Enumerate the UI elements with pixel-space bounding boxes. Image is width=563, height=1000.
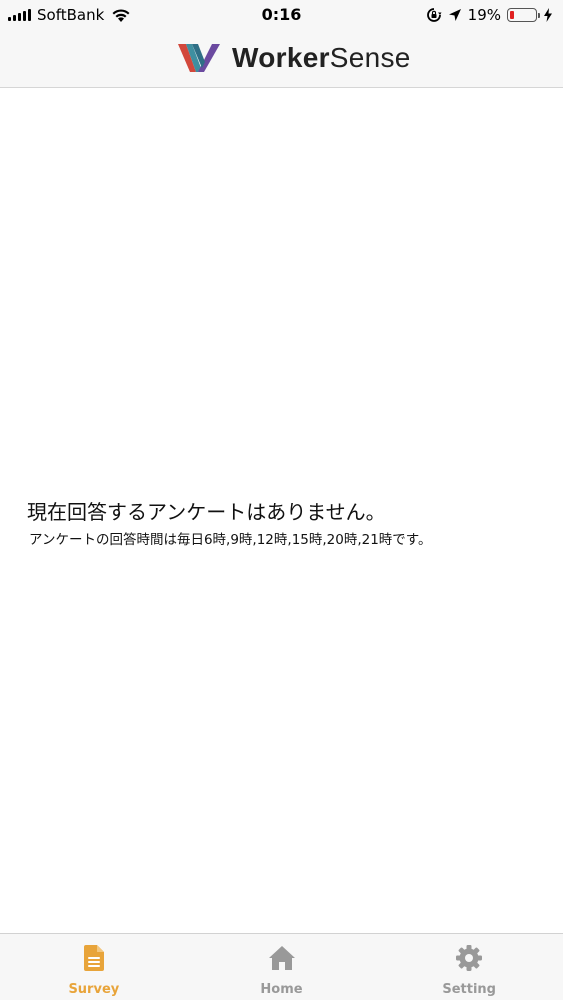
logo-text-bold: Worker xyxy=(232,42,330,73)
tab-bar: Survey Home Setting xyxy=(0,933,563,1000)
status-bar: SoftBank 0:16 19% xyxy=(0,0,563,30)
logo-wordmark: WorkerSense xyxy=(232,42,411,74)
battery-icon xyxy=(507,8,540,22)
location-icon xyxy=(448,9,461,21)
document-icon xyxy=(83,945,104,971)
empty-state-subtitle: アンケートの回答時間は毎日6時,9時,12時,15時,20時,21時です。 xyxy=(29,532,432,548)
empty-state-title: 現在回答するアンケートはありません。 xyxy=(27,500,386,524)
charging-icon xyxy=(544,8,552,22)
tab-home[interactable]: Home xyxy=(188,934,376,1000)
status-right: 19% xyxy=(426,5,553,25)
tab-home-label: Home xyxy=(260,982,303,997)
survey-content: 現在回答するアンケートはありません。 アンケートの回答時間は毎日6時,9時,12… xyxy=(0,88,563,933)
tab-survey[interactable]: Survey xyxy=(0,934,188,1000)
gear-icon xyxy=(456,945,483,971)
nav-bar: WorkerSense xyxy=(0,30,563,88)
workersense-logo-icon xyxy=(178,44,220,72)
app-logo: WorkerSense xyxy=(178,41,411,75)
battery-percent: 19% xyxy=(467,6,501,24)
tab-survey-label: Survey xyxy=(68,982,120,997)
orientation-lock-icon xyxy=(426,8,442,22)
tab-setting-label: Setting xyxy=(442,982,496,997)
battery-level-fill xyxy=(510,11,514,19)
logo-text-light: Sense xyxy=(329,42,411,73)
home-icon xyxy=(268,946,295,970)
tab-setting[interactable]: Setting xyxy=(375,934,563,1000)
